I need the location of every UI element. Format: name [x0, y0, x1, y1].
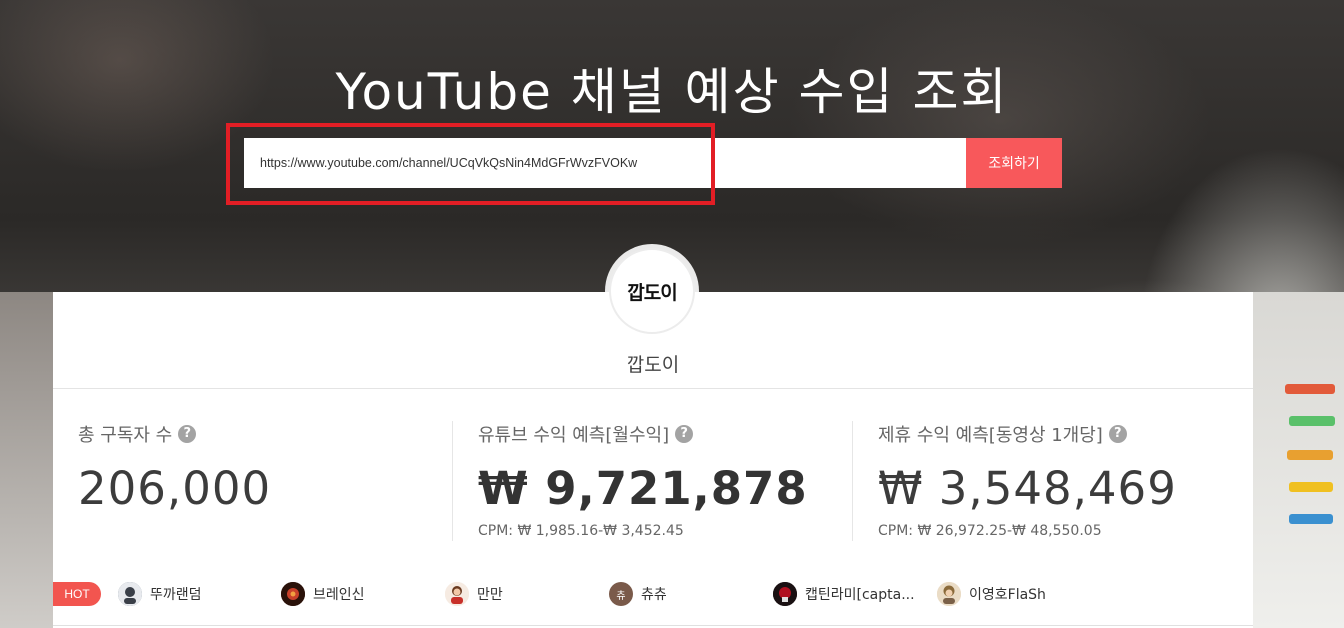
background-decor	[1289, 514, 1333, 524]
hot-channels-row: HOT 뚜까랜덤 브레인신 만만 츄 츄츄 캡틴라미[capta... 이영호F…	[53, 577, 1253, 611]
channel-avatar: 깝도이	[609, 248, 695, 334]
stat-separator	[852, 421, 853, 541]
background-decor	[1289, 416, 1335, 426]
stat-sponsor-revenue: 제휴 수익 예측[동영상 1개당] ? ₩ 3,548,469 CPM: ₩ 2…	[878, 420, 1248, 542]
sponsor-revenue-value: ₩ 3,548,469	[878, 462, 1177, 515]
channel-thumbnail: 츄	[609, 582, 633, 606]
stat-separator	[452, 421, 453, 541]
stat-label: 유튜브 수익 예측[월수익] ?	[478, 420, 838, 448]
stat-label-text: 유튜브 수익 예측[월수익]	[478, 425, 670, 446]
person-icon	[118, 582, 142, 606]
hot-channel-name: 츄츄	[641, 587, 667, 603]
sponsor-revenue-cpm: CPM: ₩ 26,972.25-₩ 48,550.05	[878, 523, 1102, 539]
stat-label: 제휴 수익 예측[동영상 1개당] ?	[878, 420, 1248, 448]
person-icon	[937, 582, 961, 606]
hot-channel-item[interactable]: 만만	[445, 581, 503, 607]
page-title: YouTube 채널 예상 수입 조회	[335, 63, 1009, 121]
stat-label: 총 구독자 수 ?	[78, 420, 438, 448]
stat-label-text: 총 구독자 수	[78, 425, 173, 446]
help-icon[interactable]: ?	[1108, 425, 1127, 443]
person-icon	[445, 582, 469, 606]
youtube-revenue-value: ₩ 9,721,878	[478, 462, 808, 515]
channel-thumbnail	[937, 582, 961, 606]
background-decor	[1287, 450, 1333, 460]
background-decor	[1285, 384, 1335, 394]
hot-channel-item[interactable]: 이영호FlaSh	[937, 581, 1046, 607]
hot-channel-item[interactable]: 뚜까랜덤	[118, 581, 202, 607]
channel-name: 깝도이	[626, 354, 680, 376]
channel-logo-icon	[281, 582, 305, 606]
channel-thumbnail	[445, 582, 469, 606]
hot-channel-name: 이영호FlaSh	[969, 587, 1046, 603]
youtube-revenue-cpm: CPM: ₩ 1,985.16-₩ 3,452.45	[478, 523, 684, 539]
hot-channel-item[interactable]: 브레인신	[281, 581, 365, 607]
subscriber-count: 206,000	[78, 462, 272, 515]
search-button[interactable]: 조회하기	[966, 138, 1062, 188]
stat-label-text: 제휴 수익 예측[동영상 1개당]	[878, 425, 1103, 446]
background-decor	[1289, 482, 1333, 492]
hot-channel-name: 만만	[477, 587, 503, 603]
divider	[53, 388, 1253, 389]
background-photo-left	[0, 292, 53, 628]
channel-thumbnail	[773, 582, 797, 606]
channel-avatar-logo: 깝도이	[627, 281, 677, 304]
hot-channel-name: 캡틴라미[capta...	[805, 587, 915, 603]
divider	[53, 625, 1253, 626]
stat-youtube-revenue: 유튜브 수익 예측[월수익] ? ₩ 9,721,878 CPM: ₩ 1,98…	[478, 420, 838, 542]
channel-thumbnail	[281, 582, 305, 606]
hot-badge: HOT	[53, 582, 101, 606]
channel-url-input[interactable]	[244, 138, 966, 188]
channel-logo-icon	[773, 582, 797, 606]
hot-channel-item[interactable]: 츄 츄츄	[609, 581, 667, 607]
help-icon[interactable]: ?	[675, 425, 694, 443]
background-photo-right	[1253, 292, 1344, 628]
search-box	[244, 138, 966, 188]
help-icon[interactable]: ?	[178, 425, 197, 443]
channel-thumbnail	[118, 582, 142, 606]
hot-channel-item[interactable]: 캡틴라미[capta...	[773, 581, 915, 607]
hot-channel-name: 브레인신	[313, 587, 365, 603]
hot-channel-name: 뚜까랜덤	[150, 587, 202, 603]
stat-subscribers: 총 구독자 수 ? 206,000	[78, 420, 438, 542]
